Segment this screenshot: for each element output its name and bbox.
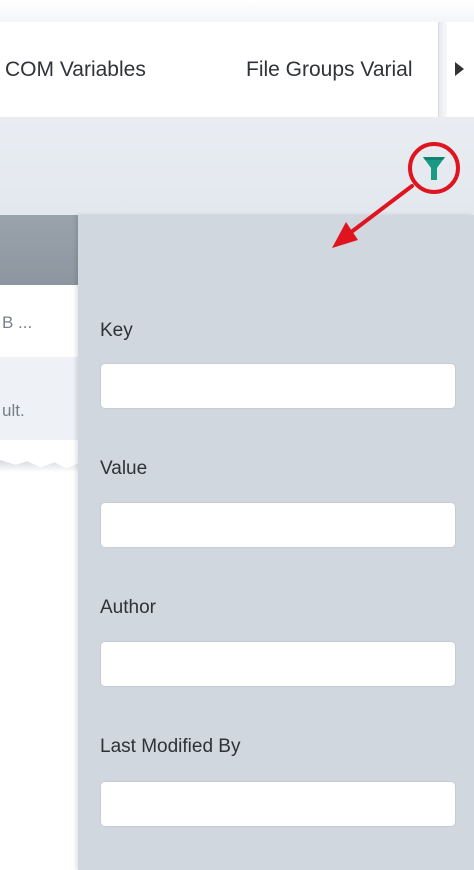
value-input[interactable] [100, 502, 456, 548]
table-fade [0, 440, 78, 510]
tabs-bar: COM Variables File Groups Varial [0, 22, 474, 117]
window-top-strip [0, 0, 474, 22]
table-cell-text: B ... [2, 313, 33, 332]
table-row[interactable]: ult. [0, 357, 78, 440]
last-modified-by-input[interactable] [100, 781, 456, 827]
caret-right-icon[interactable] [455, 62, 464, 76]
key-input[interactable] [100, 363, 456, 409]
tab-scroll-divider [438, 22, 447, 117]
background-table: B ... ult. [0, 215, 78, 515]
author-input[interactable] [100, 641, 456, 687]
key-label: Key [100, 320, 133, 341]
tab-file-groups-variables[interactable]: File Groups Varial [246, 58, 413, 82]
author-label: Author [100, 597, 156, 618]
tab-com-variables[interactable]: COM Variables [5, 58, 146, 82]
value-label: Value [100, 458, 148, 479]
last-modified-by-label: Last Modified By [100, 736, 241, 757]
filter-button[interactable] [410, 145, 458, 193]
table-cell-text: ult. [2, 401, 25, 420]
table-row[interactable]: B ... [0, 285, 78, 357]
table-header [0, 215, 78, 285]
filter-panel: Key Value Author Last Modified By [78, 215, 474, 870]
toolbar [0, 117, 474, 215]
funnel-icon [423, 157, 445, 180]
